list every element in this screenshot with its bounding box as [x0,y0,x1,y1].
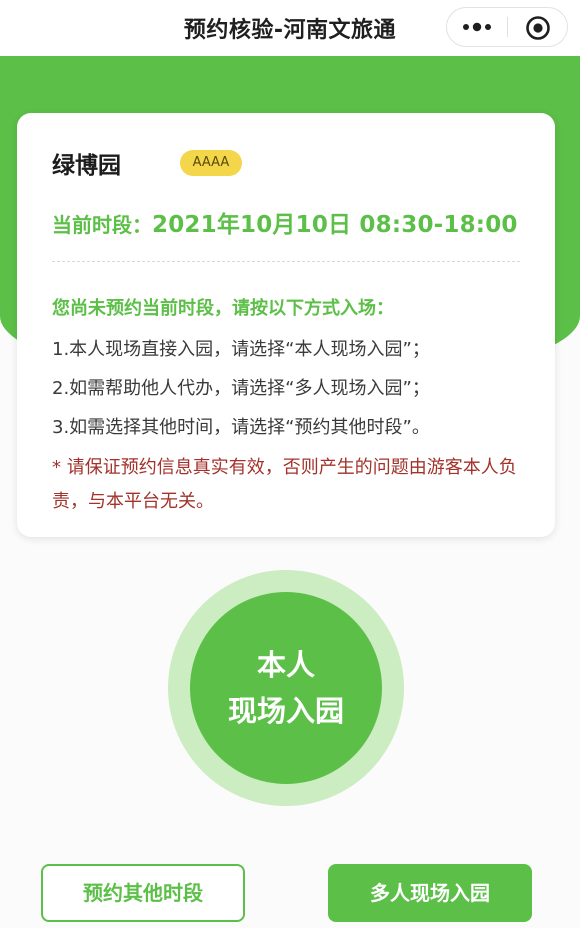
mini-program-capsule [446,7,568,47]
nav-bar: 预约核验-河南文旅通 [0,0,580,56]
more-dots-icon[interactable] [461,19,493,35]
notice-heading: 您尚未预约当前时段，请按以下方式入场： [52,298,394,319]
time-value: 2021年10月10日 08:30-18:00 [152,212,518,238]
main-button-label-line1: 本人 [256,648,315,682]
reservation-info-card: 绿博园 AAAA 当前时段：2021年10月10日 08:30-18:00 您尚… [17,113,555,537]
close-target-icon[interactable] [525,15,551,41]
current-time-row: 当前时段：2021年10月10日 08:30-18:00 [52,205,518,239]
park-name: 绿博园 [52,153,121,179]
instruction-step-2: 2.如需帮助他人代办，请选择“多人现场入园”； [52,378,430,399]
self-onsite-entry-button[interactable]: 本人 现场入园 [190,592,382,784]
multi-person-entry-button[interactable]: 多人现场入园 [328,864,532,922]
grade-badge: AAAA [180,150,242,176]
dashed-divider [52,261,520,262]
warning-note: * 请保证预约信息真实有效，否则产生的问题由游客本人负责，与本平台无关。 [52,457,517,512]
book-other-time-button[interactable]: 预约其他时段 [41,864,245,922]
capsule-divider [507,17,508,37]
instruction-step-3: 3.如需选择其他时间，请选择“预约其他时段”。 [52,417,430,438]
time-label: 当前时段： [52,213,152,237]
instruction-step-1: 1.本人现场直接入园，请选择“本人现场入园”； [52,339,430,360]
main-button-label-line2: 现场入园 [227,694,344,728]
page: 预约核验-河南文旅通 绿博园 AAAA 当前时段：2021年10月10日 08:… [0,0,580,928]
